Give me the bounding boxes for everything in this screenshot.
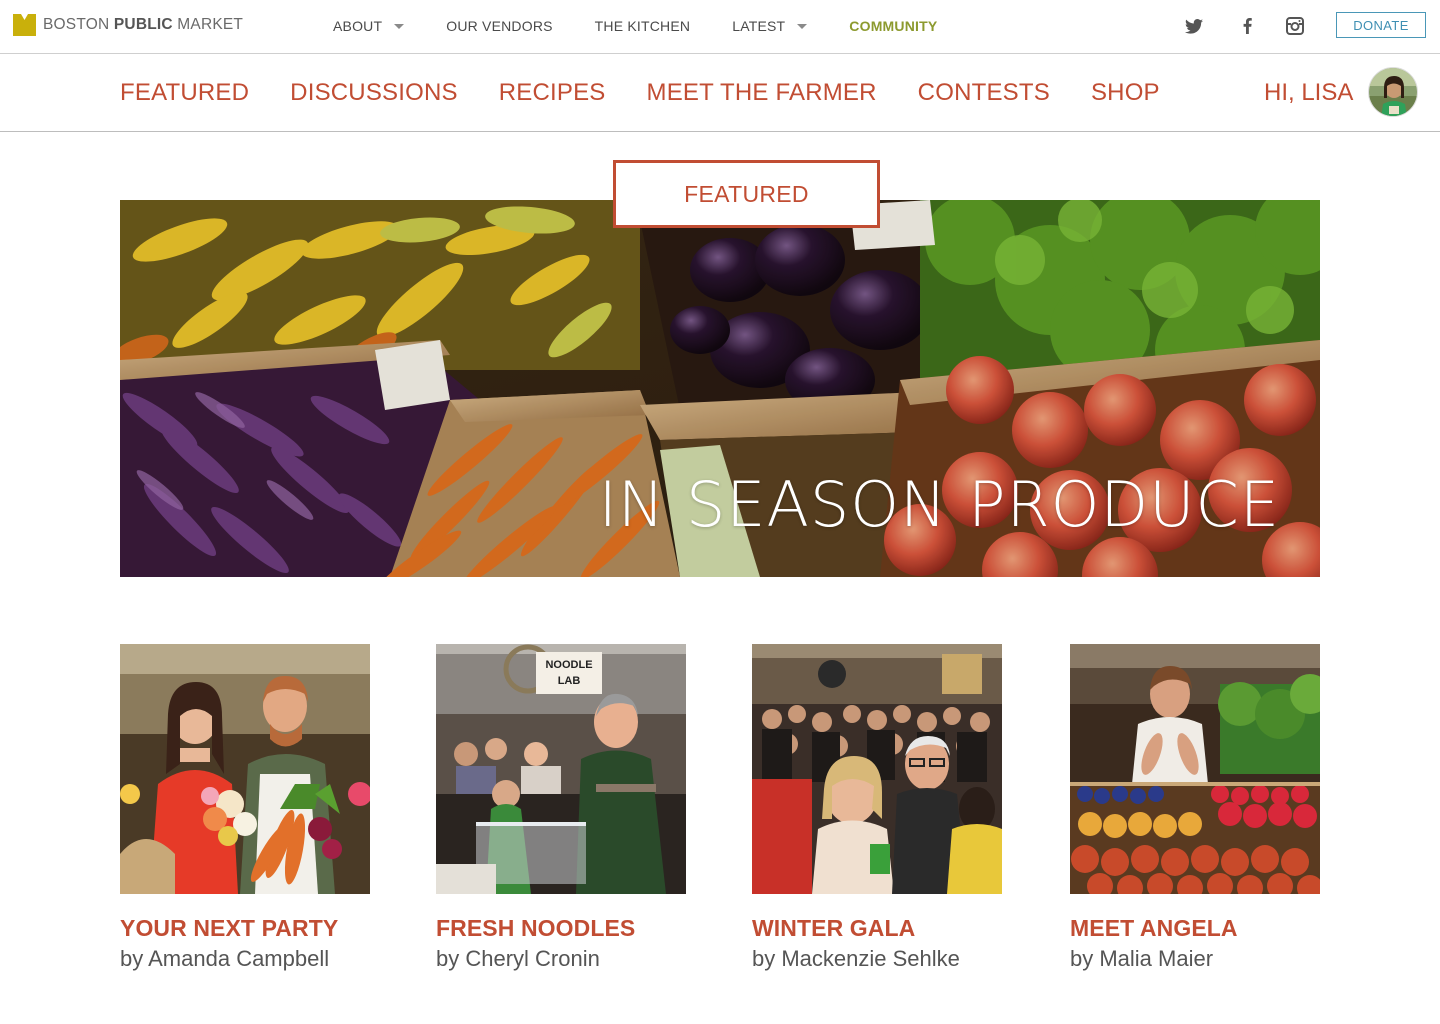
card-title[interactable]: FRESH NOODLES <box>436 915 688 942</box>
donate-button[interactable]: DONATE <box>1336 12 1426 38</box>
nav-our-vendors[interactable]: OUR VENDORS <box>446 18 552 34</box>
main-nav: ABOUT OUR VENDORS THE KITCHEN LATEST COM… <box>333 0 979 52</box>
card-image[interactable] <box>752 644 1002 894</box>
card-image[interactable] <box>1070 644 1320 894</box>
tab-contests[interactable]: CONTESTS <box>918 79 1050 107</box>
tab-recipes[interactable]: RECIPES <box>499 79 606 107</box>
card-winter-gala[interactable]: WINTER GALA by Mackenzie Sehlke <box>752 644 1004 972</box>
user-greeting[interactable]: HI, LISA <box>1264 54 1353 132</box>
logo-mark-icon <box>13 14 36 36</box>
facebook-icon[interactable] <box>1240 15 1254 37</box>
community-sub-nav: FEATURED DISCUSSIONS RECIPES MEET THE FA… <box>0 54 1440 132</box>
brand-logo[interactable]: BOSTON PUBLIC MARKET <box>13 12 243 38</box>
tab-meet-the-farmer[interactable]: MEET THE FARMER <box>647 79 877 107</box>
nav-about[interactable]: ABOUT <box>333 18 405 34</box>
tab-discussions[interactable]: DISCUSSIONS <box>290 79 458 107</box>
twitter-icon[interactable] <box>1184 15 1204 37</box>
nav-community[interactable]: COMMUNITY <box>849 18 937 34</box>
nav-latest[interactable]: LATEST <box>732 18 808 34</box>
card-meet-angela[interactable]: MEET ANGELA by Malia Maier <box>1070 644 1322 972</box>
brand-name: BOSTON PUBLIC MARKET <box>43 16 244 33</box>
hero-title[interactable]: IN SEASON PRODUCE <box>599 468 1280 541</box>
card-author: by Malia Maier <box>1070 946 1214 971</box>
card-title[interactable]: YOUR NEXT PARTY <box>120 915 372 942</box>
card-fresh-noodles[interactable]: NOODLE LAB FRESH NOODLES by Cheryl Croni… <box>436 644 688 972</box>
avatar[interactable] <box>1368 67 1418 117</box>
nav-the-kitchen[interactable]: THE KITCHEN <box>595 18 691 34</box>
card-author: by Mackenzie Sehlke <box>752 946 960 971</box>
card-title[interactable]: WINTER GALA <box>752 915 1004 942</box>
sub-nav-items: FEATURED DISCUSSIONS RECIPES MEET THE FA… <box>120 54 1201 132</box>
noodle-lab-sign: NOODLE <box>545 659 592 671</box>
featured-section-label: FEATURED <box>613 160 880 228</box>
chevron-down-icon <box>394 24 405 29</box>
top-bar: BOSTON PUBLIC MARKET ABOUT OUR VENDORS T… <box>0 0 1440 54</box>
featured-hero[interactable]: IN SEASON PRODUCE <box>120 200 1320 577</box>
card-image[interactable] <box>120 644 370 894</box>
tab-shop[interactable]: SHOP <box>1091 79 1160 107</box>
chevron-down-icon <box>797 24 808 29</box>
card-your-next-party[interactable]: YOUR NEXT PARTY by Amanda Campbell <box>120 644 372 972</box>
svg-text:LAB: LAB <box>558 675 581 687</box>
card-author: by Amanda Campbell <box>120 946 330 971</box>
card-title[interactable]: MEET ANGELA <box>1070 915 1322 942</box>
card-image[interactable]: NOODLE LAB <box>436 644 686 894</box>
card-author: by Cheryl Cronin <box>436 946 600 971</box>
instagram-icon[interactable] <box>1284 15 1306 37</box>
tab-featured[interactable]: FEATURED <box>120 79 249 107</box>
